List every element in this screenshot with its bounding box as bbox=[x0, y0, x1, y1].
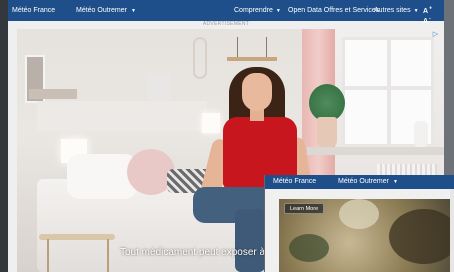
overlay-scene-shape bbox=[389, 209, 454, 264]
scene-headboard bbox=[37, 101, 207, 131]
chevron-down-icon: ▼ bbox=[392, 179, 398, 185]
overlay-top-nav-bar: Météo France Météo Outremer ▼ bbox=[265, 175, 454, 189]
advertisement-label: ADVERTISEMENT bbox=[202, 21, 250, 27]
nav-link-meteo-france[interactable]: Météo France bbox=[12, 7, 55, 14]
scene-shelf-hanger bbox=[237, 37, 267, 59]
left-window-edge bbox=[0, 0, 8, 272]
font-size-increase[interactable]: A+ bbox=[423, 6, 433, 15]
scene-side-table-legs bbox=[47, 239, 109, 272]
scene-vase bbox=[414, 121, 428, 147]
scene-lamp-right bbox=[202, 113, 220, 133]
overlay-scene-shape bbox=[339, 199, 379, 229]
overlay-scene-shape bbox=[289, 234, 329, 262]
scene-plant-pot bbox=[317, 117, 337, 147]
nav-link-autres-sites[interactable]: Autres sites ▼ bbox=[374, 7, 419, 14]
nav-link-comprendre-label: Comprendre bbox=[234, 7, 273, 14]
scene-speaker bbox=[147, 73, 171, 101]
scene-sill bbox=[307, 147, 444, 155]
nav-link-autres-sites-label: Autres sites bbox=[374, 7, 411, 14]
overlapping-window[interactable]: Météo France Météo Outremer ▼ Learn More bbox=[264, 175, 454, 272]
overlay-scrollbar[interactable] bbox=[450, 189, 454, 272]
chevron-down-icon: ▼ bbox=[130, 8, 136, 14]
font-size-plus-sign: + bbox=[429, 6, 433, 12]
nav-link-meteo-outremer[interactable]: Météo Outremer ▼ bbox=[76, 7, 136, 14]
overlay-nav-link-meteo-france[interactable]: Météo France bbox=[273, 178, 316, 185]
scene-shelf bbox=[227, 57, 277, 61]
top-nav-bar: Météo France Météo Outremer ▼ Comprendre ▼… bbox=[8, 0, 444, 25]
overlay-video-ad[interactable]: Learn More bbox=[279, 199, 454, 272]
scene-mirror bbox=[193, 37, 207, 79]
nav-link-comprendre[interactable]: Comprendre ▼ bbox=[234, 7, 281, 14]
overlay-nav-link-meteo-outremer-label: Météo Outremer bbox=[338, 178, 389, 185]
person-face bbox=[242, 73, 272, 111]
learn-more-button[interactable]: Learn More bbox=[284, 203, 325, 214]
adchoices-icon[interactable]: ▷ bbox=[431, 30, 440, 39]
person-jeans-leg bbox=[235, 209, 265, 272]
chevron-down-icon: ▼ bbox=[275, 8, 281, 14]
scene-window-bar bbox=[387, 40, 391, 144]
nav-link-open-data[interactable]: Open Data Offres et Services bbox=[288, 7, 379, 14]
scene-shelf-left bbox=[29, 89, 77, 99]
nav-link-meteo-outremer-label: Météo Outremer bbox=[76, 7, 127, 14]
scene-window-bar bbox=[345, 86, 431, 90]
overlay-nav-link-meteo-outremer[interactable]: Météo Outremer ▼ bbox=[338, 178, 398, 185]
chevron-down-icon: ▼ bbox=[413, 8, 419, 14]
